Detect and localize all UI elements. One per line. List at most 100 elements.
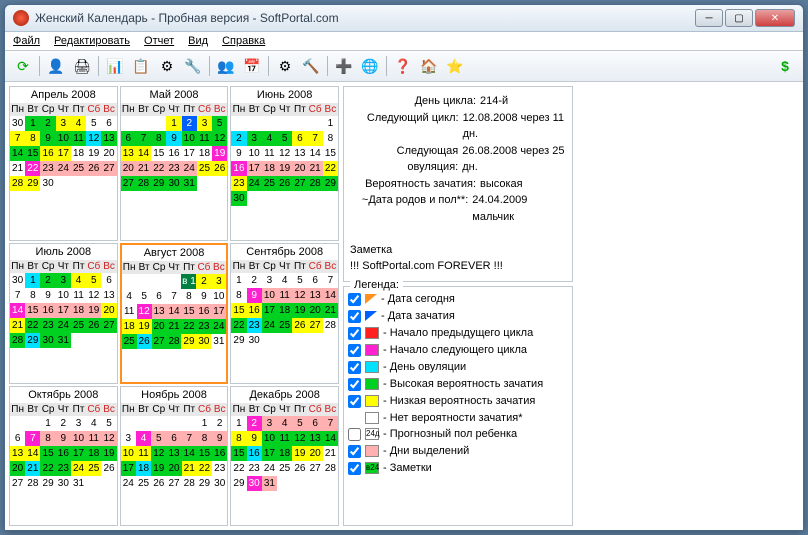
day-cell[interactable]: 4 bbox=[277, 416, 292, 431]
day-cell[interactable]: 9 bbox=[166, 131, 181, 146]
day-cell[interactable]: 31 bbox=[182, 176, 197, 191]
day-cell[interactable]: 24 bbox=[182, 161, 197, 176]
day-cell[interactable]: 14 bbox=[182, 446, 197, 461]
day-cell[interactable]: 25 bbox=[86, 461, 101, 476]
day-cell[interactable]: 15 bbox=[181, 304, 196, 319]
day-cell[interactable]: 15 bbox=[151, 146, 166, 161]
day-cell[interactable]: 11 bbox=[262, 146, 277, 161]
day-cell[interactable]: 30 bbox=[56, 476, 71, 491]
day-cell[interactable]: 30 bbox=[212, 476, 227, 491]
day-cell[interactable]: 14 bbox=[323, 431, 338, 446]
day-cell[interactable]: 5 bbox=[86, 273, 101, 288]
day-cell[interactable]: 10 bbox=[56, 288, 71, 303]
day-cell[interactable]: 20 bbox=[152, 319, 167, 334]
day-cell[interactable]: 13 bbox=[10, 446, 25, 461]
home-icon[interactable]: 🏠 bbox=[417, 54, 441, 78]
day-cell[interactable]: 23 bbox=[40, 161, 55, 176]
day-cell[interactable]: 2 bbox=[196, 274, 211, 289]
day-cell[interactable]: 30 bbox=[196, 334, 211, 349]
day-cell[interactable]: 26 bbox=[212, 161, 227, 176]
legend-cb-conception[interactable] bbox=[348, 310, 361, 323]
day-cell[interactable]: 30 bbox=[40, 333, 55, 348]
day-cell[interactable]: 10 bbox=[262, 288, 277, 303]
day-cell[interactable]: 14 bbox=[25, 446, 40, 461]
day-cell[interactable]: 19 bbox=[101, 446, 116, 461]
day-cell[interactable]: 27 bbox=[10, 476, 25, 491]
day-cell[interactable]: 22 bbox=[231, 461, 246, 476]
day-cell[interactable]: 24 bbox=[262, 318, 277, 333]
day-cell[interactable]: 14 bbox=[10, 146, 25, 161]
day-cell[interactable]: 31 bbox=[262, 476, 277, 491]
day-cell[interactable]: 12 bbox=[101, 431, 116, 446]
day-cell[interactable]: 30 bbox=[40, 176, 55, 191]
day-cell[interactable]: 21 bbox=[167, 319, 182, 334]
user-icon[interactable]: 👤 bbox=[44, 54, 68, 78]
day-cell[interactable]: 6 bbox=[308, 416, 323, 431]
day-cell[interactable]: 16 bbox=[231, 161, 246, 176]
day-cell[interactable]: 13 bbox=[152, 304, 167, 319]
day-cell[interactable]: 16 bbox=[247, 303, 262, 318]
day-cell[interactable]: 7 bbox=[10, 131, 25, 146]
day-cell[interactable]: 27 bbox=[166, 476, 181, 491]
day-cell[interactable]: 21 bbox=[10, 161, 25, 176]
day-cell[interactable]: 3 bbox=[247, 131, 262, 146]
day-cell[interactable]: 5 bbox=[86, 116, 101, 131]
day-cell[interactable]: 25 bbox=[71, 161, 86, 176]
legend-cb-menses[interactable] bbox=[348, 445, 361, 458]
day-cell[interactable]: 4 bbox=[262, 131, 277, 146]
help-icon[interactable]: ❓ bbox=[391, 54, 415, 78]
refresh-icon[interactable]: ⟳ bbox=[11, 54, 35, 78]
day-cell[interactable]: 4 bbox=[71, 273, 86, 288]
legend-cb-high[interactable] bbox=[348, 378, 361, 391]
day-cell[interactable]: 21 bbox=[308, 161, 323, 176]
day-cell[interactable]: 21 bbox=[10, 318, 25, 333]
day-cell[interactable]: 23 bbox=[196, 319, 211, 334]
day-cell[interactable]: 29 bbox=[197, 476, 212, 491]
day-cell[interactable]: 17 bbox=[211, 304, 226, 319]
day-cell[interactable]: 7 bbox=[182, 431, 197, 446]
day-cell[interactable]: 3 bbox=[56, 273, 71, 288]
day-cell[interactable]: 22 bbox=[181, 319, 196, 334]
day-cell[interactable]: 11 bbox=[86, 431, 101, 446]
day-cell[interactable]: 18 bbox=[86, 446, 101, 461]
day-cell[interactable]: 15 bbox=[231, 303, 246, 318]
day-cell[interactable]: 18 bbox=[136, 461, 151, 476]
day-cell[interactable]: 29 bbox=[181, 334, 196, 349]
day-cell[interactable]: 12 bbox=[137, 304, 152, 319]
day-cell[interactable]: 26 bbox=[137, 334, 152, 349]
day-cell[interactable]: 13 bbox=[121, 146, 136, 161]
day-cell[interactable]: 9 bbox=[247, 288, 262, 303]
day-cell[interactable]: 26 bbox=[101, 461, 116, 476]
day-cell[interactable]: 20 bbox=[292, 161, 307, 176]
day-cell[interactable]: 12 bbox=[151, 446, 166, 461]
calendar-icon[interactable]: 📅 bbox=[240, 54, 264, 78]
day-cell[interactable]: 28 bbox=[167, 334, 182, 349]
legend-cb-low[interactable] bbox=[348, 395, 361, 408]
gear-icon[interactable]: ⚙ bbox=[155, 54, 179, 78]
day-cell[interactable]: 6 bbox=[10, 431, 25, 446]
day-cell[interactable]: 10 bbox=[262, 431, 277, 446]
day-cell[interactable]: 7 bbox=[323, 416, 338, 431]
day-cell[interactable]: 1 bbox=[25, 273, 40, 288]
day-cell[interactable]: 26 bbox=[292, 461, 307, 476]
day-cell[interactable]: 10 bbox=[247, 146, 262, 161]
day-cell[interactable]: 8 bbox=[151, 131, 166, 146]
day-cell[interactable]: 10 bbox=[71, 431, 86, 446]
day-cell[interactable]: 19 bbox=[292, 303, 307, 318]
day-cell[interactable]: 28 bbox=[308, 176, 323, 191]
day-cell[interactable]: 20 bbox=[308, 446, 323, 461]
day-cell[interactable]: 25 bbox=[262, 176, 277, 191]
day-cell[interactable]: 19 bbox=[137, 319, 152, 334]
day-cell[interactable]: 2 bbox=[56, 416, 71, 431]
day-cell[interactable]: 24 bbox=[71, 461, 86, 476]
day-cell[interactable]: 8 bbox=[181, 289, 196, 304]
day-cell[interactable]: 10 bbox=[211, 289, 226, 304]
day-cell[interactable]: 5 bbox=[151, 431, 166, 446]
day-cell[interactable]: 16 bbox=[166, 146, 181, 161]
menu-help[interactable]: Справка bbox=[222, 35, 265, 47]
day-cell[interactable]: 9 bbox=[231, 146, 246, 161]
day-cell[interactable]: 11 bbox=[136, 446, 151, 461]
legend-cb-notes[interactable] bbox=[348, 462, 361, 475]
day-cell[interactable]: 21 bbox=[323, 303, 338, 318]
day-cell[interactable]: 27 bbox=[101, 318, 116, 333]
